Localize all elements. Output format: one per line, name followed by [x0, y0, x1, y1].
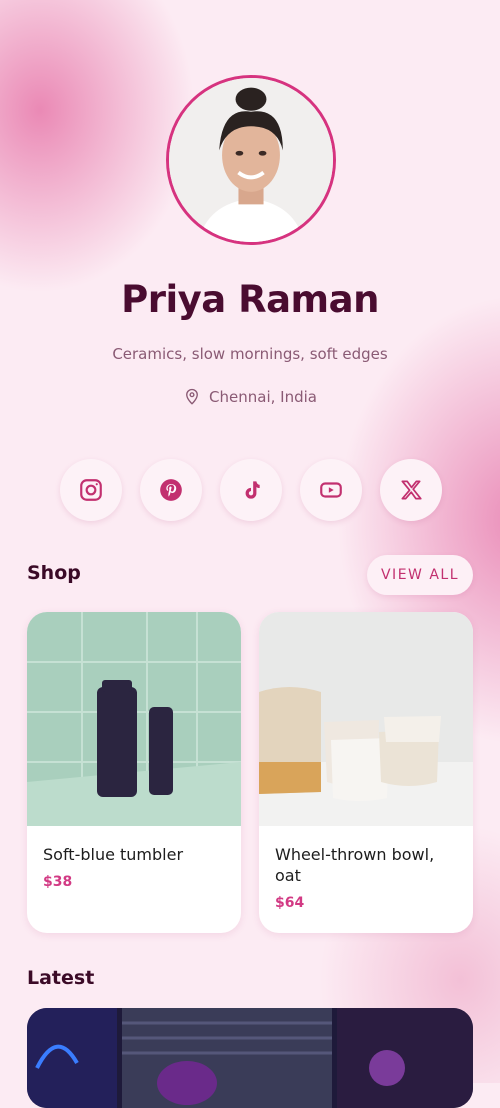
x-link[interactable] [380, 459, 442, 521]
product-card[interactable]: Wheel-thrown bowl, oat $64 [259, 612, 473, 933]
product-price: $64 [275, 895, 305, 911]
youtube-icon [320, 482, 342, 498]
location-pin-icon [186, 388, 198, 405]
location-label: Chennai, India [209, 388, 317, 406]
profile-name: Priya Raman [121, 278, 379, 321]
tiktok-link[interactable] [220, 459, 282, 521]
social-links [60, 459, 442, 521]
latest-post-card[interactable] [27, 1008, 473, 1108]
x-icon [401, 480, 422, 500]
profile-bio: Ceramics, slow mornings, soft edges [112, 345, 388, 363]
avatar [166, 75, 336, 245]
latest-post-image [27, 1008, 473, 1108]
profile-location: Chennai, India [0, 388, 500, 406]
product-price: $38 [43, 874, 73, 890]
instagram-link[interactable] [60, 459, 122, 521]
tiktok-icon [245, 481, 260, 499]
product-image [27, 612, 241, 826]
youtube-link[interactable] [300, 459, 362, 521]
product-image [259, 612, 473, 826]
product-title: Wheel-thrown bowl, oat [275, 845, 435, 885]
product-title: Soft-blue tumbler [43, 845, 184, 864]
pinterest-link[interactable] [140, 459, 202, 521]
latest-heading: Latest [27, 967, 95, 989]
shop-heading: Shop [27, 562, 81, 584]
instagram-icon [80, 479, 102, 501]
product-card[interactable]: Soft-blue tumbler $38 [27, 612, 241, 933]
pinterest-icon [160, 479, 182, 501]
view-all-button[interactable]: VIEW ALL [367, 555, 473, 595]
